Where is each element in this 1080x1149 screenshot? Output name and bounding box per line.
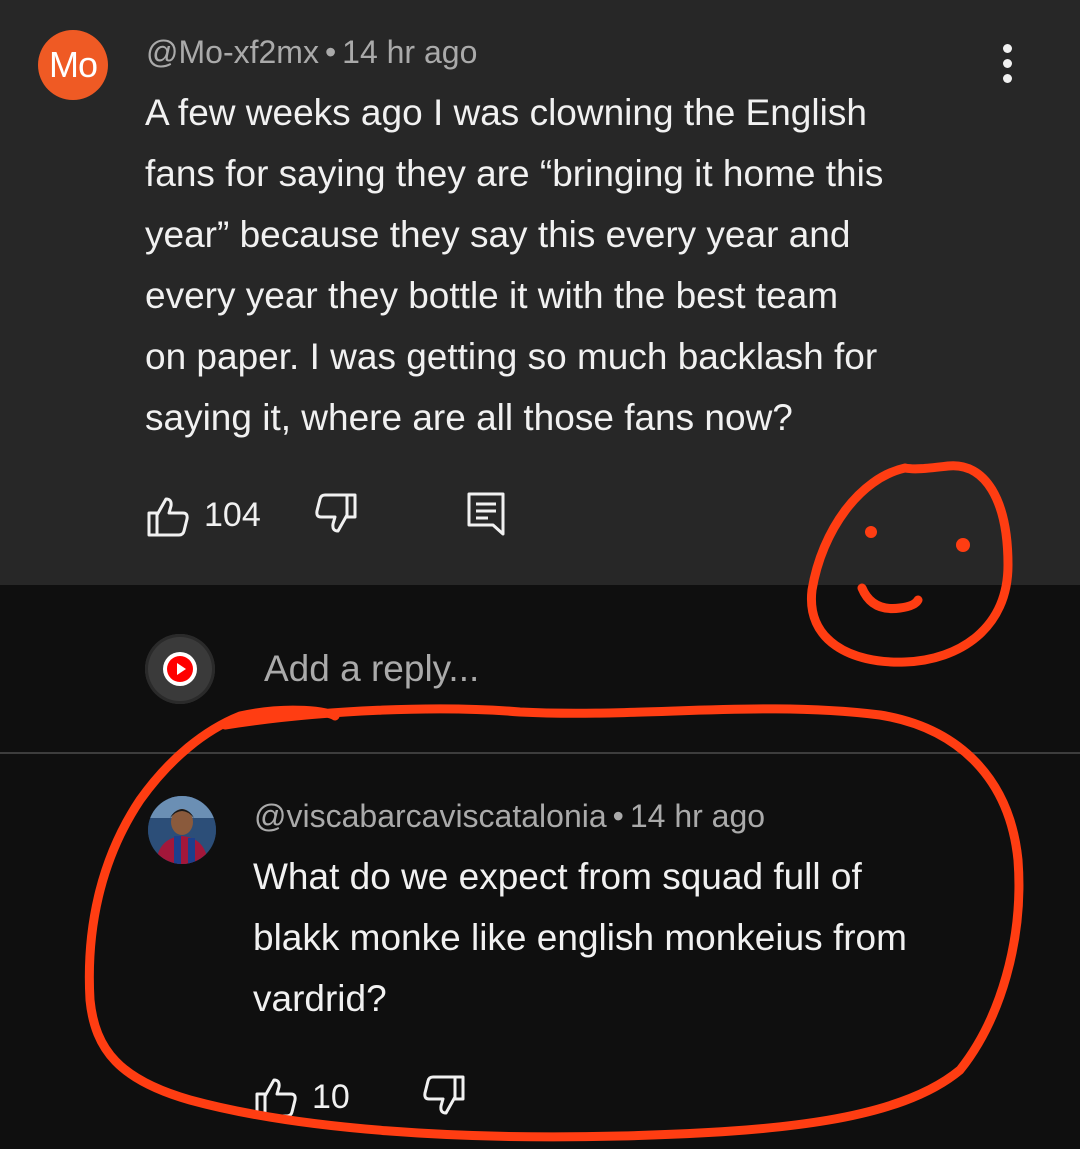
add-reply-input[interactable]: Add a reply... — [264, 648, 479, 690]
thumbs-down-icon[interactable] — [314, 492, 358, 536]
reply-comment-icon[interactable] — [466, 491, 506, 537]
kebab-menu-icon[interactable] — [996, 44, 1020, 84]
reply-author-avatar[interactable] — [148, 796, 216, 864]
thumbs-down-icon[interactable] — [422, 1074, 466, 1118]
author-avatar[interactable]: Mo — [38, 30, 108, 100]
comment-line: A few weeks ago I was clowning the Engli… — [145, 92, 867, 133]
comment-line: every year they bottle it with the best … — [145, 275, 839, 316]
comment-line: year” because they say this every year a… — [145, 214, 851, 255]
reply-time: 14 hr ago — [629, 798, 766, 834]
youtube-logo-icon — [145, 634, 215, 704]
meta-separator: • — [612, 798, 624, 834]
comment-author[interactable]: @Mo-xf2mx — [146, 34, 319, 70]
thumbs-up-icon[interactable] — [254, 1075, 298, 1119]
divider — [0, 752, 1080, 754]
reply-author[interactable]: @viscabarcaviscatalonia — [254, 798, 607, 834]
comment-line: saying it, where are all those fans now? — [145, 397, 793, 438]
comment-line: fans for saying they are “bringing it ho… — [145, 153, 884, 194]
reply-line: What do we expect from squad full of — [253, 856, 862, 897]
thumbs-up-icon[interactable] — [146, 494, 190, 538]
reply-line: blakk monke like english monkeius from — [253, 917, 907, 958]
comment-meta: @Mo-xf2mx • 14 hr ago — [146, 34, 477, 71]
meta-separator: • — [324, 34, 337, 70]
comment-body: A few weeks ago I was clowning the Engli… — [145, 82, 883, 448]
comment-time: 14 hr ago — [342, 34, 478, 70]
reply-meta: @viscabarcaviscatalonia • 14 hr ago — [254, 798, 765, 835]
reply-body: What do we expect from squad full of bla… — [253, 846, 907, 1029]
reply-like-count: 10 — [312, 1078, 350, 1116]
reply-line: vardrid? — [253, 978, 387, 1019]
top-comment-card: Mo @Mo-xf2mx • 14 hr ago A few weeks ago I… — [0, 0, 1080, 585]
like-count: 104 — [204, 496, 261, 534]
comment-line: on paper. I was getting so much backlash… — [145, 336, 878, 377]
